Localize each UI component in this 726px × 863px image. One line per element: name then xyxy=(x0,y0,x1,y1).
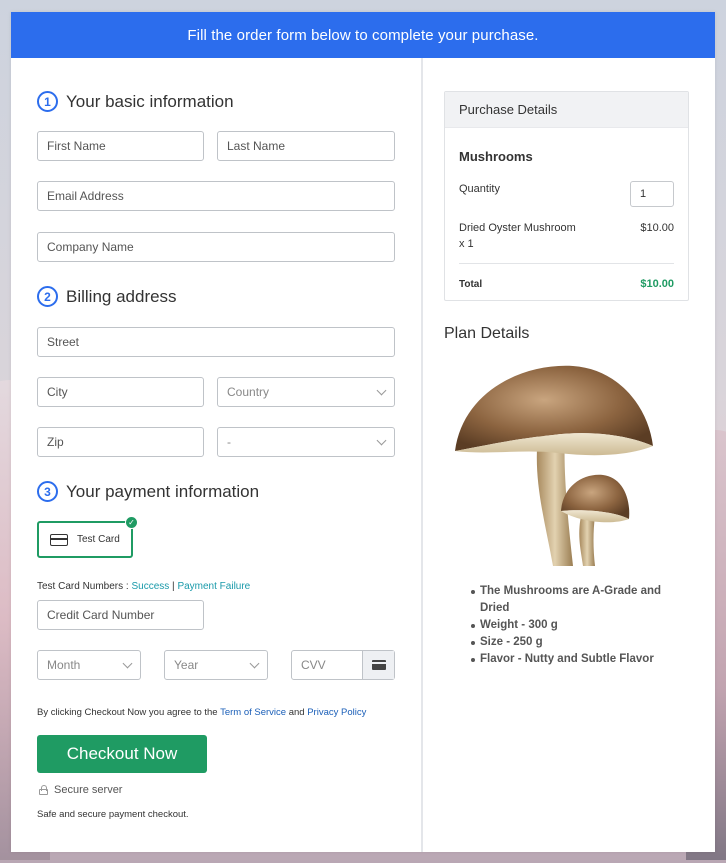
test-card-label: Test Card xyxy=(77,534,120,545)
cvv-placeholder: CVV xyxy=(301,658,326,672)
lock-icon xyxy=(39,785,48,795)
item-price: $10.00 xyxy=(640,222,674,234)
first-name-field[interactable]: First Name xyxy=(37,131,204,161)
last-name-field[interactable]: Last Name xyxy=(217,131,395,161)
secure-server-label: Secure server xyxy=(54,784,123,796)
chevron-down-icon xyxy=(249,658,260,669)
card-back-icon xyxy=(362,651,394,679)
city-field[interactable]: City xyxy=(37,377,204,407)
product-name: Mushrooms xyxy=(459,149,533,164)
success-link[interactable]: Success xyxy=(131,581,169,592)
cvv-field[interactable]: CVV xyxy=(291,650,395,680)
plan-features-list: The Mushrooms are A-Grade and Dried Weig… xyxy=(471,583,683,668)
state-select-value: - xyxy=(227,435,231,449)
privacy-policy-link[interactable]: Privacy Policy xyxy=(307,707,366,718)
section-basic-info: 1 Your basic information xyxy=(37,91,234,112)
chevron-down-icon xyxy=(122,658,133,669)
year-select-value: Year xyxy=(174,658,199,672)
state-select[interactable]: - xyxy=(217,427,395,457)
terms-notice: By clicking Checkout Now you agree to th… xyxy=(37,707,366,718)
item-name: Dried Oyster Mushroom xyxy=(459,222,576,234)
quantity-label: Quantity xyxy=(459,183,500,195)
terms-of-service-link[interactable]: Term of Service xyxy=(220,707,286,718)
credit-card-number-field[interactable]: Credit Card Number xyxy=(37,600,204,630)
divider xyxy=(459,263,674,264)
section-payment-info: 3 Your payment information xyxy=(37,481,259,502)
payment-failure-link[interactable]: Payment Failure xyxy=(177,581,250,592)
total-value: $10.00 xyxy=(640,278,674,290)
plan-feature: The Mushrooms are A-Grade and Dried xyxy=(471,583,683,617)
credit-card-icon xyxy=(50,533,68,546)
secure-checkout-note: Safe and secure payment checkout. xyxy=(37,809,189,820)
total-label: Total xyxy=(459,279,483,290)
step-number-1: 1 xyxy=(37,91,58,112)
test-card-numbers: Test Card Numbers : Success | Payment Fa… xyxy=(37,581,250,592)
chevron-down-icon xyxy=(376,435,387,446)
summary-column: Purchase Details Mushrooms Quantity 1 Dr… xyxy=(425,58,715,852)
year-select[interactable]: Year xyxy=(164,650,268,680)
quantity-input[interactable]: 1 xyxy=(630,181,674,207)
country-select-value: Country xyxy=(227,385,270,399)
street-field[interactable]: Street xyxy=(37,327,395,357)
purchase-details-box: Purchase Details Mushrooms Quantity 1 Dr… xyxy=(444,91,689,301)
section-title: Your basic information xyxy=(66,91,234,111)
terms-and: and xyxy=(286,707,308,718)
item-quantity: x 1 xyxy=(459,238,474,250)
mushroom-image xyxy=(455,365,653,566)
test-card-option[interactable]: Test Card ✓ xyxy=(37,516,138,558)
terms-prefix: By clicking Checkout Now you agree to th… xyxy=(37,707,221,718)
plan-details-title: Plan Details xyxy=(444,325,530,342)
checkmark-icon: ✓ xyxy=(125,516,138,529)
test-card-numbers-label: Test Card Numbers : xyxy=(37,581,132,592)
plan-feature: Weight - 300 g xyxy=(471,617,683,634)
section-title: Your payment information xyxy=(66,481,260,501)
zip-field[interactable]: Zip xyxy=(37,427,204,457)
header-banner: Fill the order form below to complete yo… xyxy=(11,12,715,58)
chevron-down-icon xyxy=(376,385,387,396)
purchase-details-header: Purchase Details xyxy=(445,92,688,128)
month-select[interactable]: Month xyxy=(37,650,141,680)
section-billing-address: 2 Billing address xyxy=(37,286,177,307)
plan-feature: Flavor - Nutty and Subtle Flavor xyxy=(471,651,683,668)
checkout-now-button[interactable]: Checkout Now xyxy=(37,735,207,773)
country-select[interactable]: Country xyxy=(217,377,395,407)
month-select-value: Month xyxy=(47,658,81,672)
step-number-2: 2 xyxy=(37,286,58,307)
section-title: Billing address xyxy=(66,286,177,306)
email-field[interactable]: Email Address xyxy=(37,181,395,211)
order-form-card: Fill the order form below to complete yo… xyxy=(11,12,715,852)
company-name-field[interactable]: Company Name xyxy=(37,232,395,262)
plan-feature: Size - 250 g xyxy=(471,634,683,651)
order-form-column: 1 Your basic information First Name Last… xyxy=(11,58,423,852)
step-number-3: 3 xyxy=(37,481,58,502)
